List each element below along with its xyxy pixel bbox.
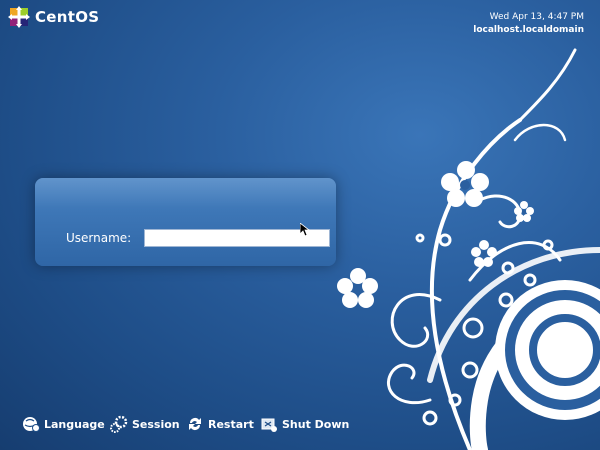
mouse-pointer-icon: [300, 223, 310, 237]
session-button[interactable]: Session: [110, 415, 180, 433]
username-label: Username:: [66, 231, 132, 245]
brand-name: CentOS: [35, 8, 100, 26]
language-icon: [23, 417, 40, 432]
session-icon: [110, 415, 128, 433]
language-label: Language: [44, 417, 105, 431]
restart-button[interactable]: Restart: [186, 415, 254, 433]
shutdown-label: Shut Down: [282, 417, 350, 431]
shutdown-icon: [261, 418, 277, 432]
shutdown-button[interactable]: Shut Down: [260, 415, 349, 433]
clock: Wed Apr 13, 4:47 PM localhost.localdomai…: [473, 11, 584, 37]
restart-icon: [189, 418, 201, 430]
centos-logo-icon: [8, 6, 30, 28]
language-button[interactable]: Language: [22, 415, 105, 433]
clock-datetime: Wed Apr 13, 4:47 PM: [489, 12, 584, 22]
brand-logo: CentOS: [8, 6, 99, 28]
restart-label: Restart: [208, 417, 254, 431]
top-bar: CentOS Wed Apr 13, 4:47 PM localhost.loc…: [0, 0, 600, 40]
panel-sheen: [35, 178, 336, 208]
flower-large: [441, 161, 489, 207]
hostname: localhost.localdomain: [473, 25, 584, 35]
login-panel: Username:: [35, 178, 336, 266]
session-label: Session: [132, 417, 180, 431]
bottom-bar: Language Session Restart Shut Down: [0, 410, 600, 440]
